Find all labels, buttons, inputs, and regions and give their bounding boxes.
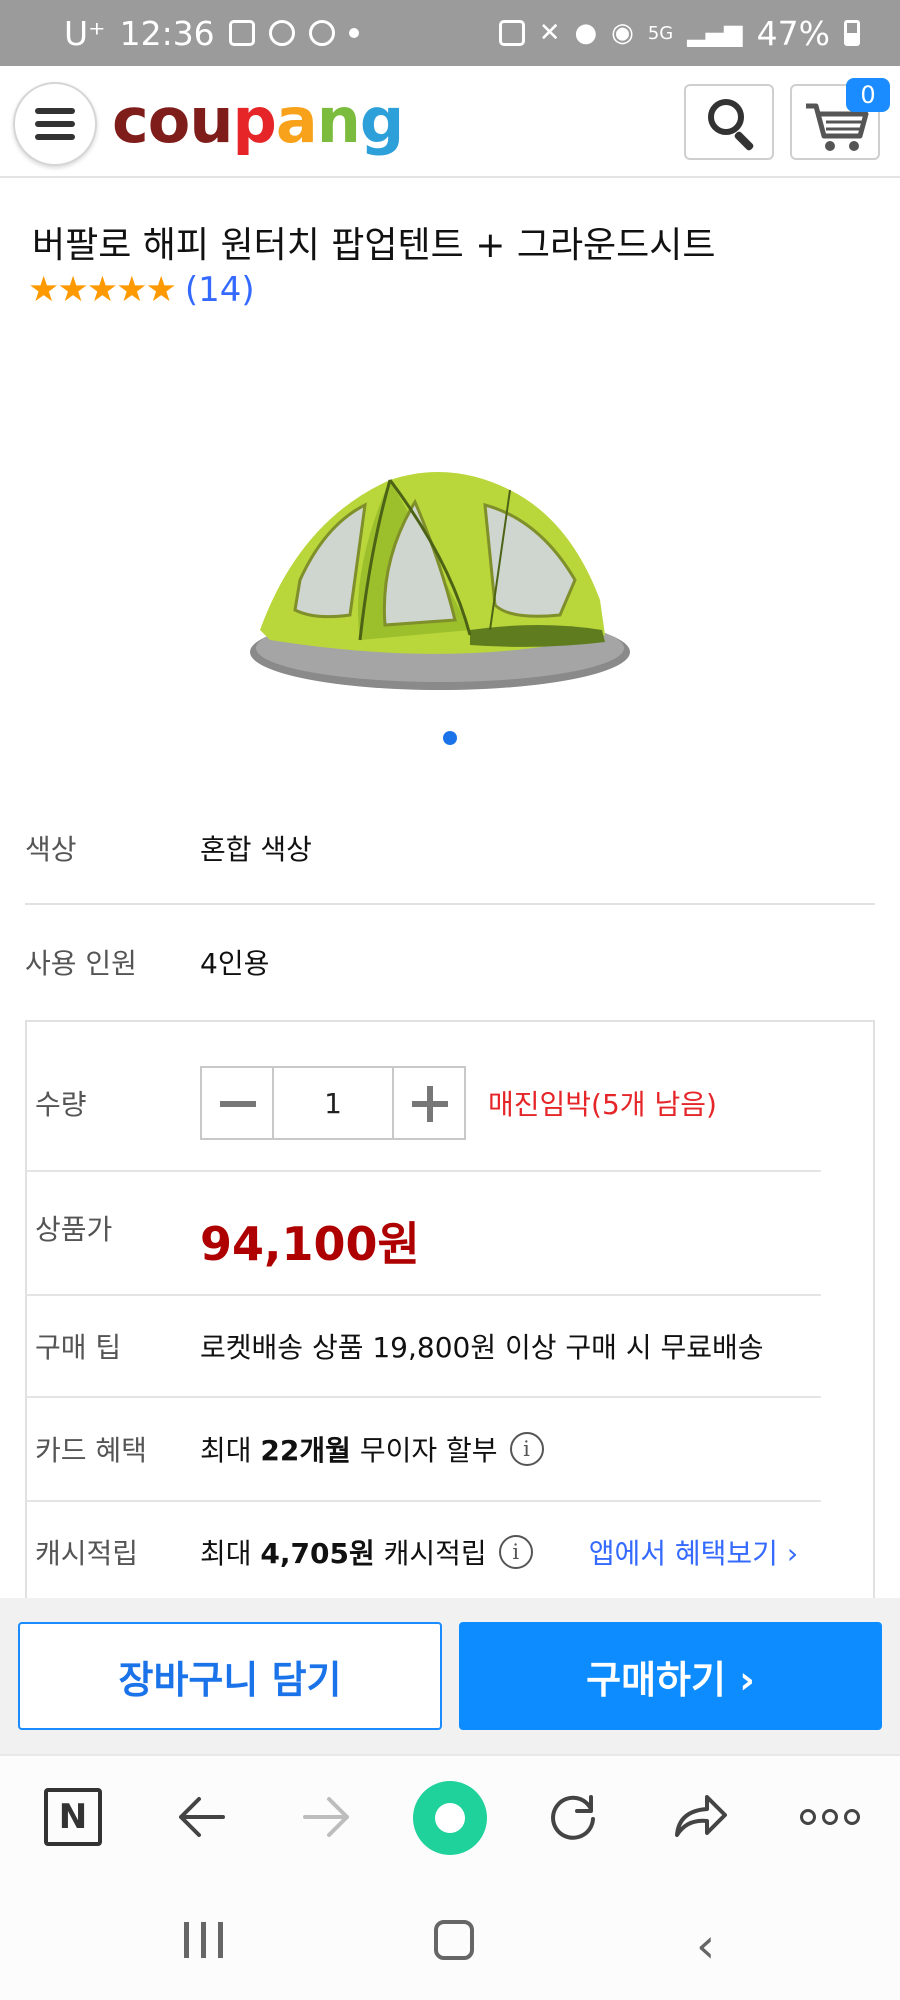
site-header: coupang — [0, 66, 900, 178]
hotspot-icon: ◉ — [611, 18, 634, 48]
logo-letter: n — [316, 84, 361, 157]
mute-icon: ✕ — [538, 18, 561, 48]
search-button[interactable] — [684, 84, 774, 160]
tip-row: 구매 팁 로켓배송 상품 19,800원 이상 구매 시 무료배송 — [25, 1296, 821, 1398]
info-icon[interactable]: i — [498, 1535, 533, 1569]
logo-letter: g — [359, 84, 404, 157]
decrease-quantity-button[interactable] — [200, 1066, 274, 1140]
tip-label: 구매 팁 — [35, 1331, 122, 1364]
stock-notice: 매진임박(5개 남음) — [488, 1088, 717, 1121]
share-arrow-icon — [675, 1795, 727, 1837]
back-button[interactable] — [168, 1784, 234, 1850]
quantity-label: 수량 — [35, 1088, 87, 1121]
app-benefits-link[interactable]: 앱에서 혜택보기 › — [589, 1532, 798, 1572]
hamburger-icon-line — [35, 134, 75, 140]
naver-button[interactable]: N — [40, 1784, 106, 1850]
tip-text: 로켓배송 상품 19,800원 이상 구매 시 무료배송 — [200, 1331, 764, 1364]
hamburger-icon-line — [35, 108, 75, 114]
card-benefit-suffix: 무이자 할부 — [350, 1434, 498, 1467]
talk-icon — [308, 20, 335, 46]
price-row: 상품가 94,100원 — [25, 1174, 821, 1296]
product-rating[interactable]: ★★★★★ (14) — [28, 270, 255, 310]
review-count-link[interactable]: (14) — [185, 270, 255, 310]
logo-letter: a — [275, 84, 318, 157]
more-notifications-icon — [348, 28, 359, 38]
refresh-button[interactable] — [540, 1784, 606, 1850]
option-value: 혼합 색상 — [200, 833, 312, 866]
refresh-icon — [551, 1795, 595, 1840]
buy-now-button[interactable]: 구매하기 › — [459, 1622, 882, 1730]
more-dots-icon — [800, 1809, 860, 1825]
quantity-input[interactable]: 1 — [274, 1066, 392, 1140]
card-benefit-prefix: 최대 — [200, 1434, 261, 1467]
logo-letter: u — [189, 84, 233, 157]
gallery-icon — [228, 20, 255, 46]
cashback-prefix: 최대 — [200, 1537, 261, 1570]
search-icon — [708, 99, 744, 135]
forward-arrow-icon — [303, 1797, 349, 1837]
quantity-stepper[interactable]: 1 — [200, 1066, 466, 1140]
increase-quantity-button[interactable] — [392, 1066, 466, 1140]
minus-icon — [220, 1101, 256, 1107]
info-icon[interactable]: i — [509, 1432, 544, 1466]
cashback-label: 캐시적립 — [35, 1537, 139, 1570]
green-dot-center — [435, 1803, 465, 1833]
menu-button[interactable] — [13, 82, 97, 166]
share-button[interactable] — [666, 1784, 732, 1850]
clock: 12:36 — [119, 13, 215, 53]
naver-n-icon: N — [44, 1788, 102, 1846]
cashback-row: 캐시적립 최대 4,705원 캐시적립 i 앱에서 혜택보기 › — [25, 1502, 821, 1602]
green-dot-icon — [413, 1781, 487, 1855]
recent-apps-icon — [218, 1922, 223, 1958]
coupang-logo[interactable]: coupang — [112, 84, 404, 157]
recent-apps-icon — [201, 1922, 206, 1958]
forward-button[interactable] — [294, 1784, 360, 1850]
logo-letter: c — [112, 84, 149, 157]
quantity-row: 수량 1 매진임박(5개 남음) — [25, 1036, 821, 1172]
home-button[interactable] — [412, 1780, 488, 1856]
search-icon-handle — [733, 130, 755, 152]
option-label: 색상 — [25, 833, 77, 866]
carousel-indicator-dot[interactable] — [443, 731, 457, 745]
option-row-color: 색상 혼합 색상 — [25, 793, 875, 905]
hamburger-icon-line — [35, 121, 75, 127]
recent-apps-button[interactable] — [184, 1922, 223, 1958]
network-type: 5G — [647, 22, 674, 44]
signal-icon: ▂▄▆ — [687, 19, 743, 47]
card-benefit-row: 카드 혜택 최대 22개월 무이자 할부 i — [25, 1398, 821, 1502]
alert-icon — [268, 20, 295, 46]
cart-count-badge: 0 — [846, 78, 890, 112]
star-rating-icon: ★★★★★ — [28, 270, 177, 310]
card-benefit-months: 22개월 — [260, 1434, 351, 1467]
card-benefit-label: 카드 혜택 — [35, 1434, 147, 1467]
card-benefit-text: 최대 22개월 무이자 할부 i — [200, 1429, 544, 1469]
logo-letter: o — [147, 84, 191, 157]
back-arrow-icon — [179, 1797, 225, 1837]
status-bar: U⁺ 12:36 ✕ ● ◉ 5G ▂▄▆ 47% — [0, 0, 900, 66]
more-menu-button[interactable] — [790, 1784, 870, 1850]
option-row-capacity: 사용 인원 4인용 — [25, 906, 875, 1018]
option-value: 4인용 — [200, 947, 270, 980]
price-label: 상품가 — [35, 1213, 113, 1246]
plus-icon — [427, 1086, 433, 1122]
battery-icon — [844, 20, 860, 46]
add-to-cart-button[interactable]: 장바구니 담기 — [18, 1622, 442, 1730]
carrier-label: U⁺ — [64, 13, 106, 53]
battery-level: 47% — [756, 13, 830, 53]
cashback-suffix: 캐시적립 — [374, 1537, 487, 1570]
recycle-icon — [498, 20, 525, 46]
product-title: 버팔로 해피 원터치 팝업텐트 + 그라운드시트 — [32, 225, 716, 266]
logo-letter: p — [232, 84, 277, 157]
cashback-amount: 4,705원 — [260, 1537, 375, 1570]
option-label: 사용 인원 — [25, 947, 137, 980]
system-home-button[interactable] — [434, 1920, 474, 1960]
product-price: 94,100원 — [200, 1217, 420, 1271]
cashback-text: 최대 4,705원 캐시적립 i 앱에서 혜택보기 › — [200, 1532, 798, 1572]
system-back-button[interactable]: ‹ — [696, 1918, 715, 1974]
recent-apps-icon — [184, 1922, 189, 1958]
location-icon: ● — [574, 18, 598, 48]
product-image[interactable] — [240, 430, 640, 700]
